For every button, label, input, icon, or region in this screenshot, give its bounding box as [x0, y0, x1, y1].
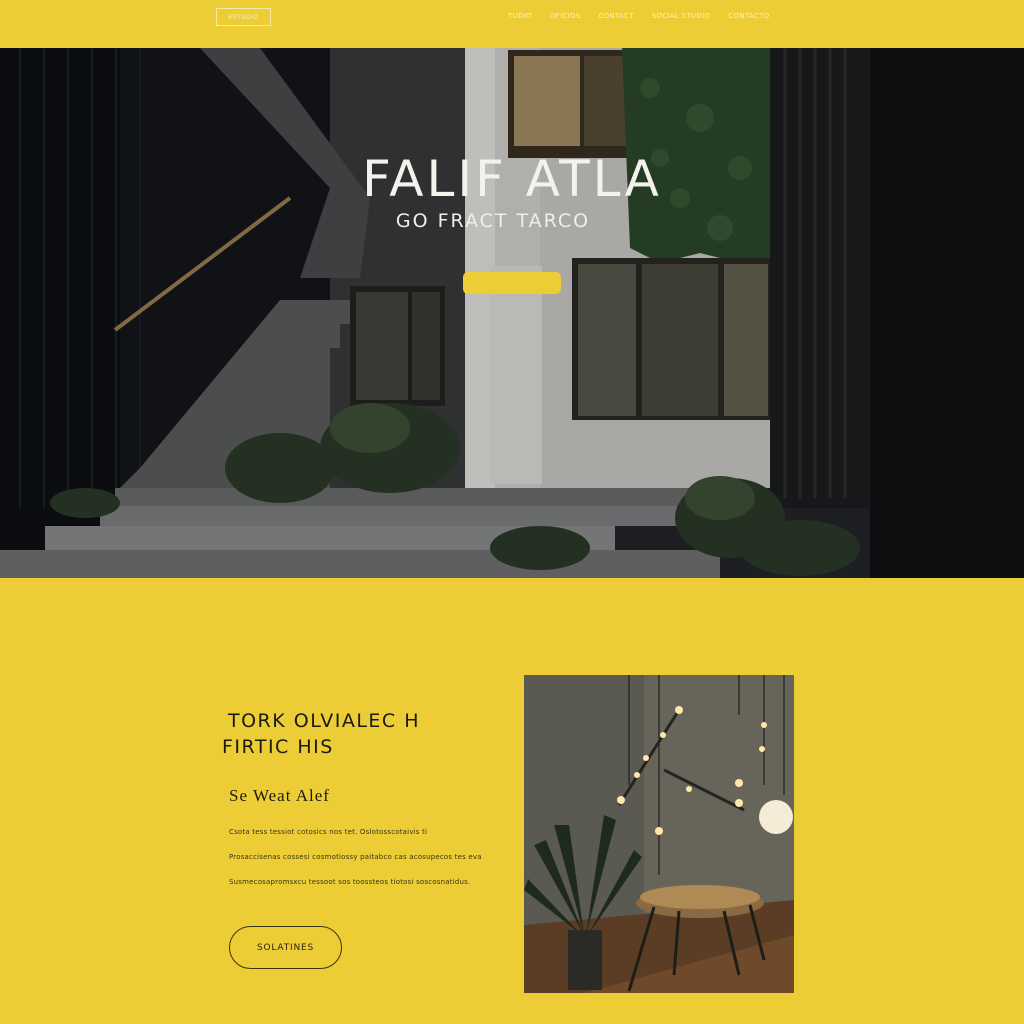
- body-line-3: Susmecosapromsxcu tessoot sos toossteos …: [229, 878, 471, 886]
- interior-lamp-photo: [524, 675, 794, 993]
- body-line-1: Csota tess tessiot cotosics nos tet. Osl…: [229, 828, 428, 836]
- body-line-2: Prosaccisenas cossesi cosmotiossy paitab…: [229, 853, 481, 861]
- hero-subtitle: GO FRACT TARCO: [395, 210, 591, 232]
- nav-item-2[interactable]: OFICIOS: [550, 12, 581, 24]
- feature-heading-line-2: FIRTIC HIS: [222, 736, 334, 758]
- nav-item-5[interactable]: CONTACTO: [728, 12, 769, 24]
- hero-title: FALIF ATLA: [362, 150, 662, 208]
- nav-item-3[interactable]: CONTACT: [598, 12, 633, 24]
- feature-heading: TORK OLVIALEC H FIRTIC HIS: [222, 708, 498, 760]
- feature-button[interactable]: SOLATINES: [229, 926, 342, 969]
- hero-cta-button[interactable]: [463, 272, 561, 294]
- feature-photo: [524, 675, 794, 993]
- nav-item-4[interactable]: SOCIAL STUDIO: [652, 12, 711, 24]
- hero-background-image: [0, 48, 1024, 578]
- logo[interactable]: ESTUDIO: [216, 8, 271, 26]
- nav-item-1[interactable]: TUDIO: [508, 12, 532, 24]
- top-navigation-bar: ESTUDIO TUDIO OFICIOS CONTACT SOCIAL STU…: [0, 0, 1024, 48]
- feature-heading-line-1: TORK OLVIALEC H: [228, 710, 420, 732]
- hero-section: FALIF ATLA GO FRACT TARCO: [0, 48, 1024, 578]
- main-nav: TUDIO OFICIOS CONTACT SOCIAL STUDIO CONT…: [508, 12, 769, 24]
- feature-subheading: Se Weat Alef: [229, 786, 330, 805]
- feature-body-text: Csota tess tessiot cotosics nos tet. Osl…: [229, 828, 481, 903]
